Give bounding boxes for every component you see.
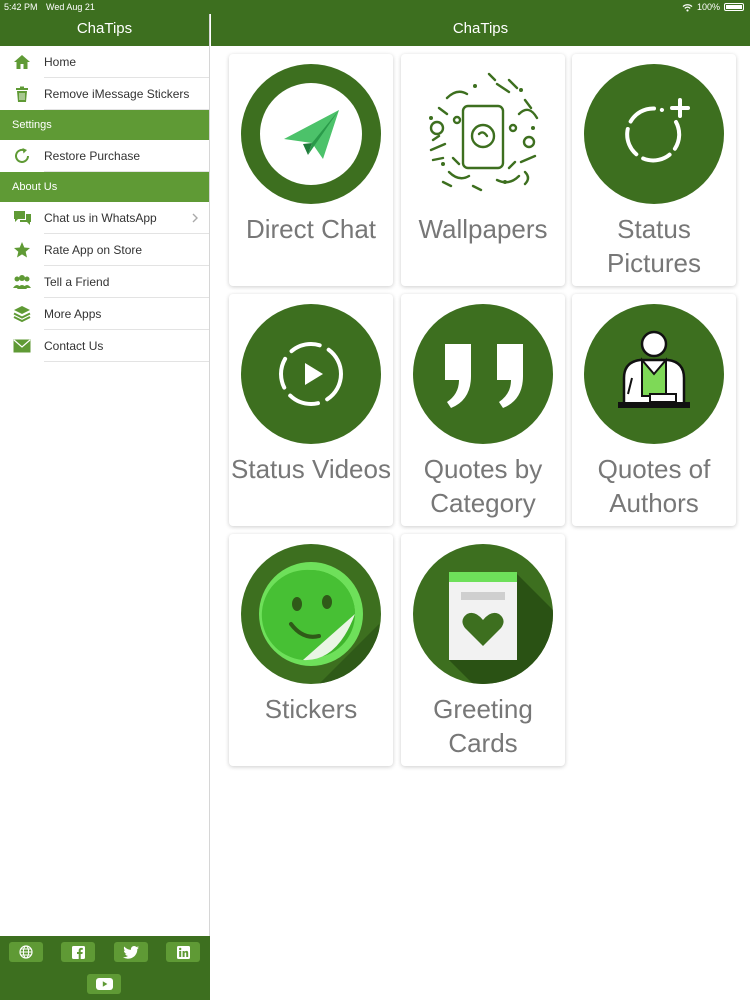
twitter-icon[interactable] — [114, 942, 148, 962]
card-stickers[interactable]: Stickers — [229, 534, 393, 766]
card-greeting-cards[interactable]: Greeting Cards — [401, 534, 565, 766]
sidebar-item-label: Contact Us — [44, 339, 104, 353]
card-title: Stickers — [264, 694, 358, 724]
sidebar-item-contact-us[interactable]: Contact Us — [0, 330, 209, 362]
quote-marks-icon — [413, 304, 553, 444]
card-title: Status Pictures — [607, 214, 701, 278]
sidebar-item-label: Restore Purchase — [44, 149, 141, 163]
chevron-right-icon — [191, 211, 199, 229]
card-quotes-by-category[interactable]: Quotes by Category — [401, 294, 565, 526]
sidebar-item-restore-purchase[interactable]: Restore Purchase — [0, 140, 209, 172]
star-icon — [0, 241, 44, 259]
youtube-icon[interactable] — [87, 974, 121, 994]
trash-icon — [0, 86, 44, 102]
layers-icon — [0, 305, 44, 323]
card-title: Quotes by Category — [423, 454, 543, 518]
smiley-sticker-icon — [241, 544, 381, 684]
sidebar-item-label: Tell a Friend — [44, 275, 110, 289]
card-title: Quotes of Authors — [597, 454, 711, 518]
card-title: Greeting Cards — [433, 694, 533, 758]
sidebar-item-label: More Apps — [44, 307, 102, 321]
battery-icon — [724, 3, 744, 11]
status-date: Wed Aug 21 — [46, 2, 95, 12]
sidebar-footer — [0, 936, 210, 1000]
author-icon — [584, 304, 724, 444]
battery-percent: 100% — [696, 2, 720, 12]
wifi-icon — [682, 3, 693, 12]
sidebar-section-about-us: About Us — [0, 172, 209, 202]
card-quotes-of-authors[interactable]: Quotes of Authors — [572, 294, 736, 526]
people-icon — [0, 274, 44, 290]
card-direct-chat[interactable]: Direct Chat — [229, 54, 393, 286]
status-play-icon — [241, 304, 381, 444]
home-icon — [0, 53, 44, 71]
card-status-pictures[interactable]: Status Pictures — [572, 54, 736, 286]
facebook-icon[interactable] — [61, 942, 95, 962]
sidebar-item-label: Remove iMessage Stickers — [44, 87, 190, 101]
status-bar: 5:42 PM Wed Aug 21 100% — [0, 0, 750, 14]
sidebar-item-label: Chat us in WhatsApp — [44, 211, 157, 225]
card-title: Direct Chat — [245, 214, 377, 244]
status-right: 100% — [682, 0, 744, 14]
refresh-icon — [0, 147, 44, 165]
sidebar: ChaTips Home Remove iMessage Stickers Se… — [0, 0, 210, 1000]
greeting-card-icon — [413, 544, 553, 684]
sidebar-item-more-apps[interactable]: More Apps — [0, 298, 209, 330]
status-time: 5:42 PM — [4, 2, 38, 12]
chat-bubbles-icon — [0, 210, 44, 226]
doodle-wallpaper-icon — [413, 64, 553, 204]
globe-icon[interactable] — [9, 942, 43, 962]
paper-plane-icon — [241, 64, 381, 204]
status-add-icon — [584, 64, 724, 204]
linkedin-icon[interactable] — [166, 942, 200, 962]
main-content: ChaTips Direct Chat Wallpapers Status Pi… — [211, 0, 750, 1000]
card-status-videos[interactable]: Status Videos — [229, 294, 393, 526]
sidebar-item-chat-whatsapp[interactable]: Chat us in WhatsApp — [0, 202, 209, 234]
card-wallpapers[interactable]: Wallpapers — [401, 54, 565, 286]
sidebar-item-label: Home — [44, 55, 77, 69]
sidebar-item-rate-app[interactable]: Rate App on Store — [0, 234, 209, 266]
sidebar-item-home[interactable]: Home — [0, 46, 209, 78]
sidebar-item-tell-friend[interactable]: Tell a Friend — [0, 266, 209, 298]
sidebar-section-settings: Settings — [0, 110, 209, 140]
card-title: Wallpapers — [418, 214, 548, 244]
sidebar-item-label: Rate App on Store — [44, 243, 143, 257]
sidebar-item-remove-stickers[interactable]: Remove iMessage Stickers — [0, 78, 209, 110]
card-title: Status Videos — [231, 454, 391, 484]
envelope-icon — [0, 339, 44, 353]
